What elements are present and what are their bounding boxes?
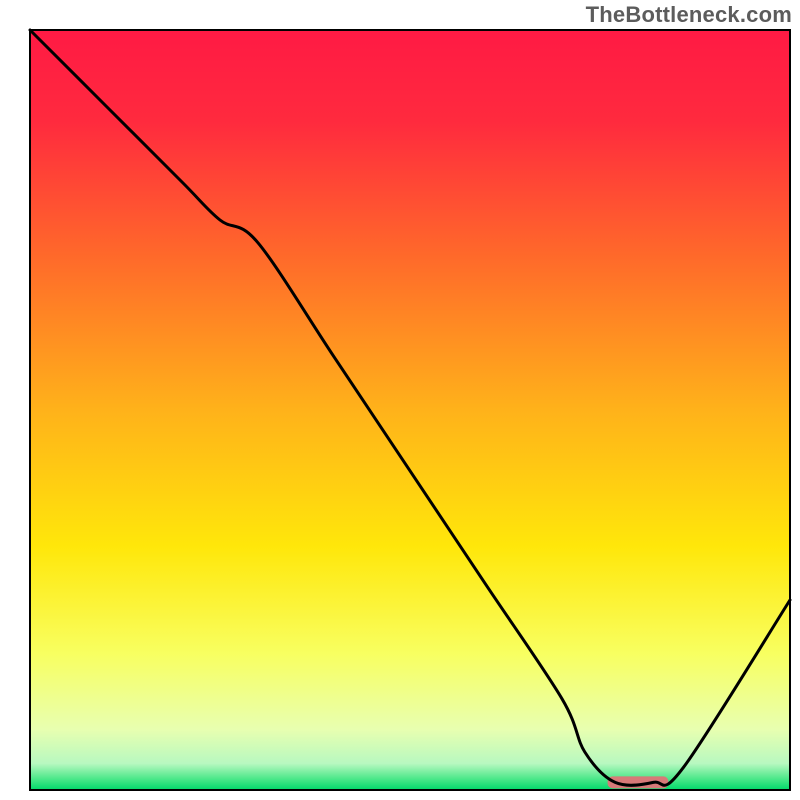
chart-container: TheBottleneck.com bbox=[0, 0, 800, 800]
watermark-text: TheBottleneck.com bbox=[586, 2, 792, 28]
bottleneck-chart bbox=[0, 0, 800, 800]
